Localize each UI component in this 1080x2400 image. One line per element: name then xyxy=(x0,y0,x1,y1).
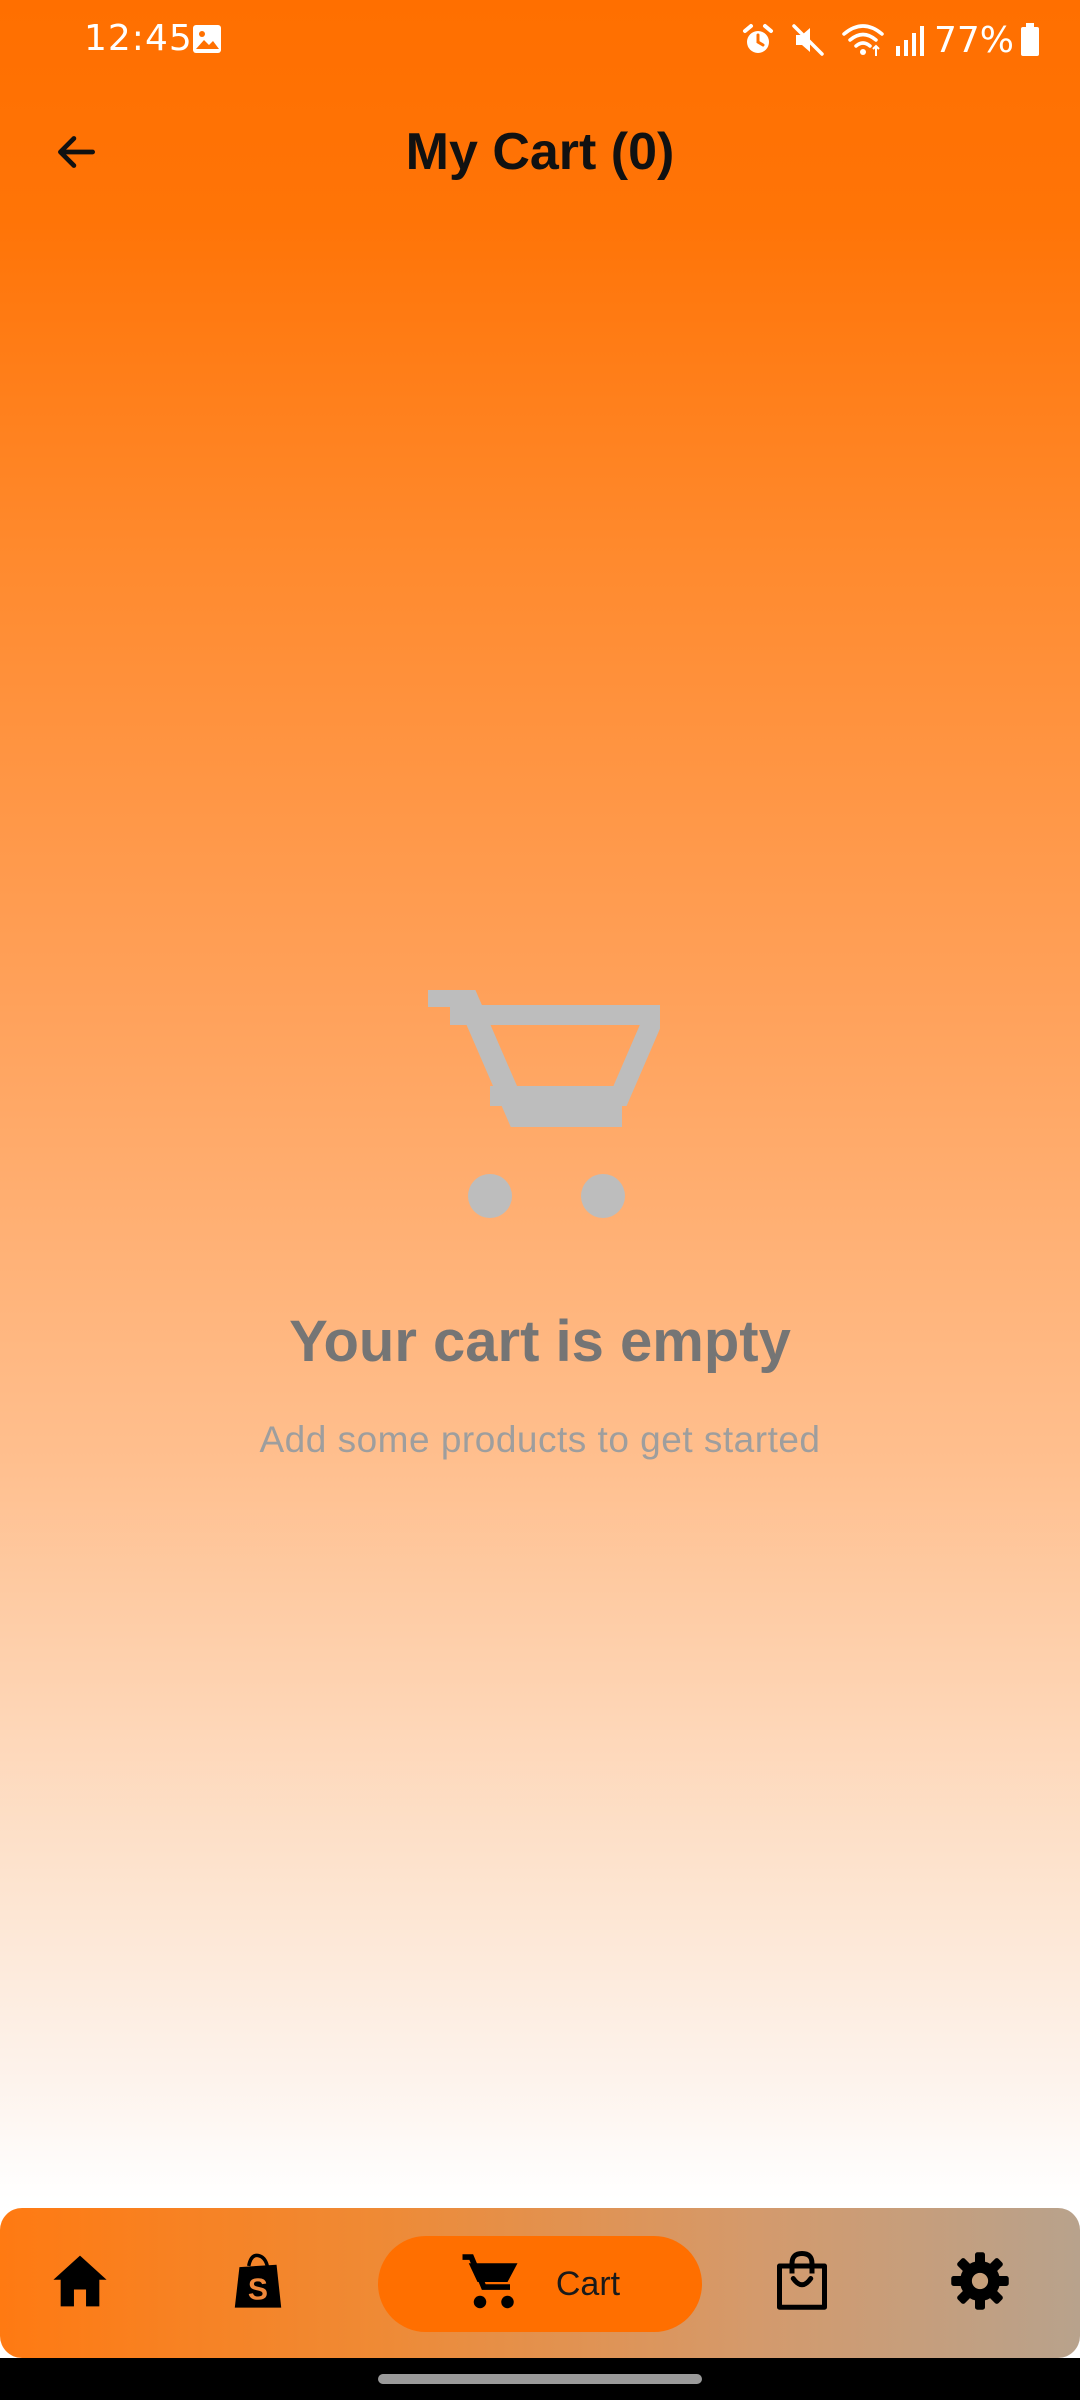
nav-orders[interactable] xyxy=(742,2208,862,2358)
empty-cart-state: Your cart is empty Add some products to … xyxy=(0,990,1080,1461)
empty-cart-title: Your cart is empty xyxy=(289,1309,791,1374)
battery-icon xyxy=(1020,23,1040,57)
settings-icon xyxy=(950,2251,1010,2316)
nav-home[interactable] xyxy=(20,2208,140,2358)
image-icon xyxy=(192,24,222,59)
empty-cart-subtitle: Add some products to get started xyxy=(259,1419,821,1460)
svg-text:S: S xyxy=(248,2273,268,2306)
status-bar: 12:45 77% xyxy=(0,0,1080,80)
cart-icon xyxy=(460,2253,520,2316)
shopping-cart-icon xyxy=(0,990,1080,1230)
nav-shop[interactable]: S xyxy=(198,2208,318,2358)
cart-screen: 12:45 77% My Cart (0) Your cart is empty… xyxy=(0,0,1080,2400)
nav-cart-label: Cart xyxy=(555,2264,621,2303)
alarm-icon xyxy=(740,22,776,58)
nav-settings[interactable] xyxy=(920,2208,1040,2358)
nav-cart[interactable]: Cart xyxy=(378,2236,702,2332)
status-time: 12:45 xyxy=(84,18,193,59)
wifi-icon xyxy=(840,22,886,58)
app-bar: My Cart (0) xyxy=(0,96,1080,212)
signal-icon xyxy=(894,22,926,58)
status-icons: 77% xyxy=(740,18,1040,62)
battery-text: 77% xyxy=(933,19,1014,61)
gesture-bar-area xyxy=(0,2358,1080,2400)
bottom-navigation: S Cart xyxy=(0,2208,1080,2358)
gesture-handle[interactable] xyxy=(378,2374,702,2384)
mute-icon xyxy=(790,22,826,58)
home-icon xyxy=(51,2253,109,2314)
page-title: My Cart (0) xyxy=(405,123,675,181)
shopping-bag-icon xyxy=(774,2250,830,2316)
shopify-bag-icon: S xyxy=(232,2252,284,2315)
